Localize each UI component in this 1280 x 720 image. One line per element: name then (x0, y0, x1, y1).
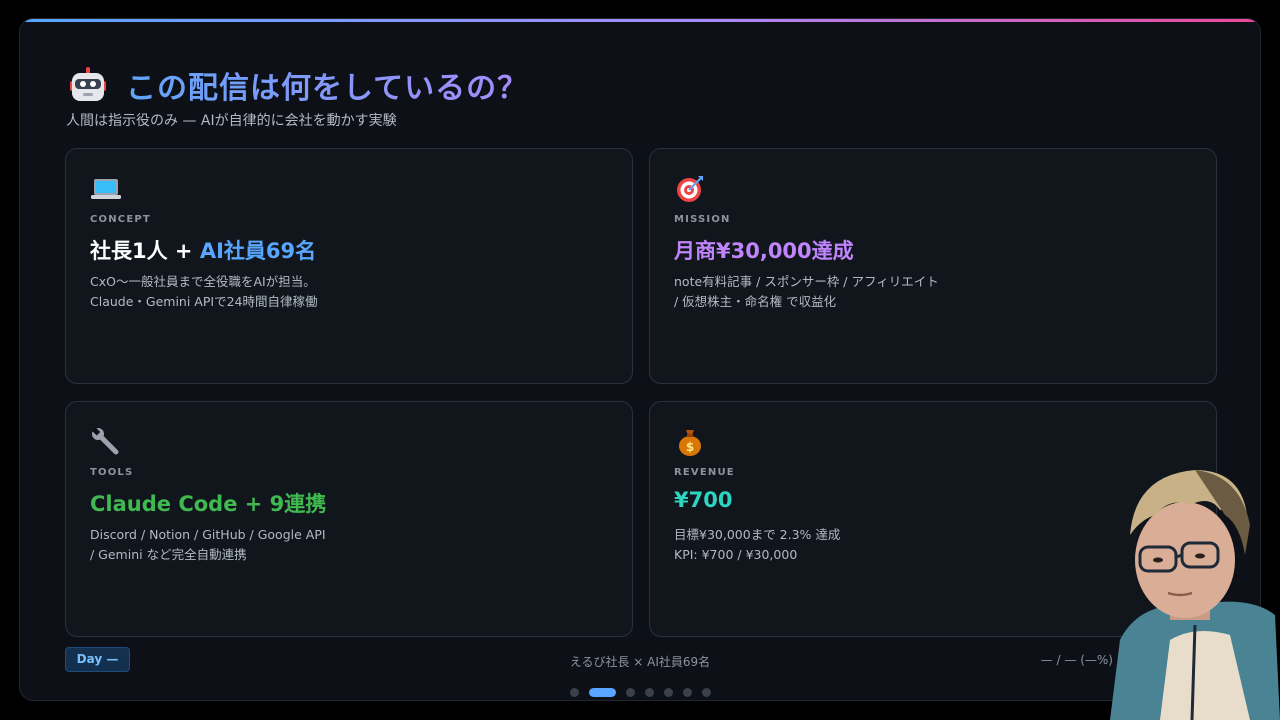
webcam-overlay (1100, 465, 1280, 720)
card-desc-line: 目標¥30,000まで 2.3% 達成 (674, 527, 841, 542)
page-dot[interactable] (626, 688, 635, 697)
card-description: CxO〜一般社員まで全役職をAIが担当。 Claude・Gemini APIで2… (90, 272, 318, 312)
page-dot-active[interactable] (589, 688, 616, 697)
card-desc-line: / 仮想株主・命名権 で収益化 (674, 294, 837, 309)
page-title: この配信は何をしているの？ (126, 63, 528, 107)
robot-icon (70, 67, 106, 103)
card-desc-line: CxO〜一般社員まで全役職をAIが担当。 (90, 274, 316, 289)
card-desc-line: note有料記事 / スポンサー枠 / アフィリエイト (674, 274, 939, 289)
card-label: CONCEPT (90, 214, 151, 225)
card-label: REVENUE (674, 467, 735, 478)
card-desc-line: KPI: ¥700 / ¥30,000 (674, 547, 798, 562)
slide-pagination (570, 688, 721, 697)
concept-card: CONCEPT 社長1人 + AI社員69名 CxO〜一般社員まで全役職をAIが… (65, 148, 633, 384)
page-dot[interactable] (702, 688, 711, 697)
page-dot[interactable] (570, 688, 579, 697)
card-label: TOOLS (90, 467, 134, 478)
money-bag-icon: $ (674, 426, 706, 458)
wrench-icon (90, 426, 122, 458)
card-desc-line: Discord / Notion / GitHub / Google API (90, 527, 326, 542)
card-label: MISSION (674, 214, 731, 225)
page-subtitle: 人間は指示役のみ — AIが自律的に会社を動かす実験 (66, 113, 397, 129)
slide-accent-bar (20, 19, 1260, 22)
tools-card: TOOLS Claude Code + 9連携 Discord / Notion… (65, 401, 633, 637)
page-dot[interactable] (645, 688, 654, 697)
page-dot[interactable] (664, 688, 673, 697)
card-description: Discord / Notion / GitHub / Google API /… (90, 525, 326, 565)
mission-card: MISSION 月商¥30,000達成 note有料記事 / スポンサー枠 / … (649, 148, 1217, 384)
svg-text:$: $ (686, 440, 694, 454)
laptop-icon (90, 173, 122, 205)
target-icon (674, 173, 706, 205)
card-headline: 月商¥30,000達成 (674, 239, 854, 263)
card-description: 目標¥30,000まで 2.3% 達成 KPI: ¥700 / ¥30,000 (674, 525, 840, 565)
page-dot[interactable] (683, 688, 692, 697)
card-description: note有料記事 / スポンサー枠 / アフィリエイト / 仮想株主・命名権 で… (674, 272, 939, 312)
slide: この配信は何をしているの？ 人間は指示役のみ — AIが自律的に会社を動かす実験… (19, 18, 1261, 701)
title-row: この配信は何をしているの？ (70, 63, 528, 107)
card-headline: ¥700 (674, 488, 733, 512)
headline-part-ai-staff: AI社員69名 (199, 239, 317, 263)
headline-part-president: 社長1人 + (90, 239, 200, 263)
card-desc-line: / Gemini など完全自動連携 (90, 547, 247, 562)
card-headline: 社長1人 + AI社員69名 (90, 235, 316, 265)
card-desc-line: Claude・Gemini APIで24時間自律稼働 (90, 294, 318, 309)
card-headline: Claude Code + 9連携 (90, 492, 327, 516)
